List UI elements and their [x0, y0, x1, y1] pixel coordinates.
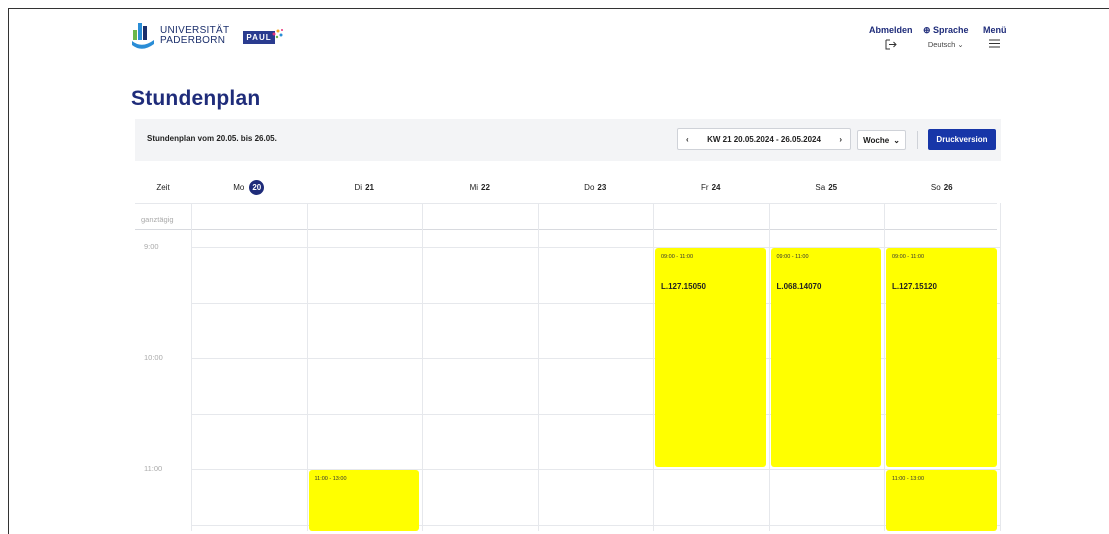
event-time: 09:00 - 11:00: [776, 254, 809, 260]
time-label: 10:00: [144, 353, 163, 362]
today-badge: 20: [249, 179, 265, 195]
print-version-button[interactable]: Druckversion: [928, 129, 996, 150]
event-time: 11:00 - 13:00: [314, 476, 347, 482]
university-name: UNIVERSITÄT PADERBORN: [160, 26, 229, 46]
day-number: 22: [481, 182, 490, 192]
day-header-mo[interactable]: Mo 20: [191, 171, 307, 203]
language-value: Deutsch ⌄: [927, 40, 964, 49]
day-header-di[interactable]: Di 21: [307, 171, 423, 203]
event-title: L.068.14070: [776, 282, 822, 291]
logout-label: Abmelden: [869, 25, 913, 35]
column-divider: [653, 203, 654, 531]
university-logo-mark: [132, 23, 154, 49]
column-divider: [884, 203, 885, 531]
time-label: 11:00: [144, 464, 163, 473]
page-title: Stundenplan: [131, 87, 261, 110]
logout-button[interactable]: Abmelden: [869, 25, 913, 52]
next-week-button[interactable]: ›: [839, 135, 842, 144]
event-title: L.127.15120: [892, 282, 937, 291]
paul-logo[interactable]: PAUL: [243, 28, 285, 44]
university-logo[interactable]: UNIVERSITÄT PADERBORN PAUL: [132, 23, 285, 49]
day-prefix: Fr: [701, 182, 709, 192]
allday-divider: [135, 229, 997, 230]
day-prefix: So: [930, 182, 941, 192]
view-select[interactable]: Woche ⌄: [857, 130, 906, 150]
hamburger-icon: [983, 39, 1007, 50]
day-prefix: Mi: [469, 182, 479, 192]
time-label: 9:00: [144, 242, 159, 251]
calendar-event[interactable]: 09:00 - 11:00 L.127.15050: [655, 248, 766, 467]
event-title: L.127.15050: [661, 282, 706, 291]
event-time: 11:00 - 13:00: [892, 476, 925, 482]
calendar-event[interactable]: 09:00 - 11:00 L.127.15120: [886, 248, 997, 467]
column-divider: [306, 203, 308, 531]
column-divider: [999, 203, 1001, 531]
time-column-header: Zeit: [156, 182, 170, 192]
day-prefix: Do: [584, 182, 595, 192]
day-header-sa[interactable]: Sa 25: [769, 171, 885, 203]
day-number: 23: [597, 182, 607, 192]
column-divider: [422, 203, 423, 531]
week-navigator: ‹ KW 21 20.05.2024 - 26.05.2024 ›: [677, 128, 851, 150]
event-time: 09:00 - 11:00: [892, 254, 925, 260]
menu-label: Menü: [983, 25, 1007, 35]
chevron-down-icon: ⌄: [893, 135, 900, 145]
day-header-do[interactable]: Do 23: [538, 171, 654, 203]
language-label: ⊕ Sprache: [923, 25, 969, 35]
prev-week-button[interactable]: ‹: [686, 135, 689, 144]
day-header-mi[interactable]: Mi 22: [422, 171, 538, 203]
column-divider: [537, 203, 539, 531]
day-prefix: Sa: [815, 182, 826, 192]
allday-label: ganztägig: [141, 215, 174, 224]
view-select-value: Woche: [863, 135, 890, 145]
day-header-fr[interactable]: Fr 24: [653, 171, 769, 203]
calendar-event[interactable]: 11:00 - 13:00: [308, 470, 419, 531]
toolbar-divider: [917, 131, 918, 149]
column-divider: [191, 203, 192, 531]
header-divider: [135, 203, 997, 204]
logout-icon: [869, 39, 913, 52]
calendar-event[interactable]: 09:00 - 11:00 L.068.14070: [770, 248, 881, 467]
schedule-toolbar: Stundenplan vom 20.05. bis 26.05. ‹ KW 2…: [135, 119, 1001, 161]
paul-logo-text: PAUL: [243, 31, 275, 44]
week-label: KW 21 20.05.2024 - 26.05.2024: [707, 134, 821, 144]
day-prefix: Mo: [233, 182, 245, 192]
university-line2: PADERBORN: [160, 35, 226, 46]
event-time: 09:00 - 11:00: [661, 254, 694, 260]
day-number: 21: [365, 182, 374, 192]
language-selector[interactable]: ⊕ Sprache Deutsch ⌄: [923, 25, 969, 49]
day-prefix: Di: [354, 182, 363, 192]
calendar-event[interactable]: 11:00 - 13:00: [886, 470, 997, 531]
range-label: Stundenplan vom 20.05. bis 26.05.: [147, 134, 277, 143]
day-number: 24: [711, 182, 721, 192]
day-number: 26: [943, 182, 953, 192]
paul-logo-sparkle-icon: [272, 29, 284, 39]
week-calendar: Zeit Mo 20 Di 21 Mi 22 Do 23 Fr 24 Sa 25 So 26 ganztä…: [135, 161, 1001, 531]
day-header-so[interactable]: So 26: [884, 171, 1000, 203]
day-number: 25: [828, 182, 838, 192]
menu-button[interactable]: Menü: [983, 25, 1007, 50]
column-divider: [768, 203, 770, 531]
browser-frame: UNIVERSITÄT PADERBORN PAUL Abmelden ⊕ Sp…: [8, 8, 1109, 534]
